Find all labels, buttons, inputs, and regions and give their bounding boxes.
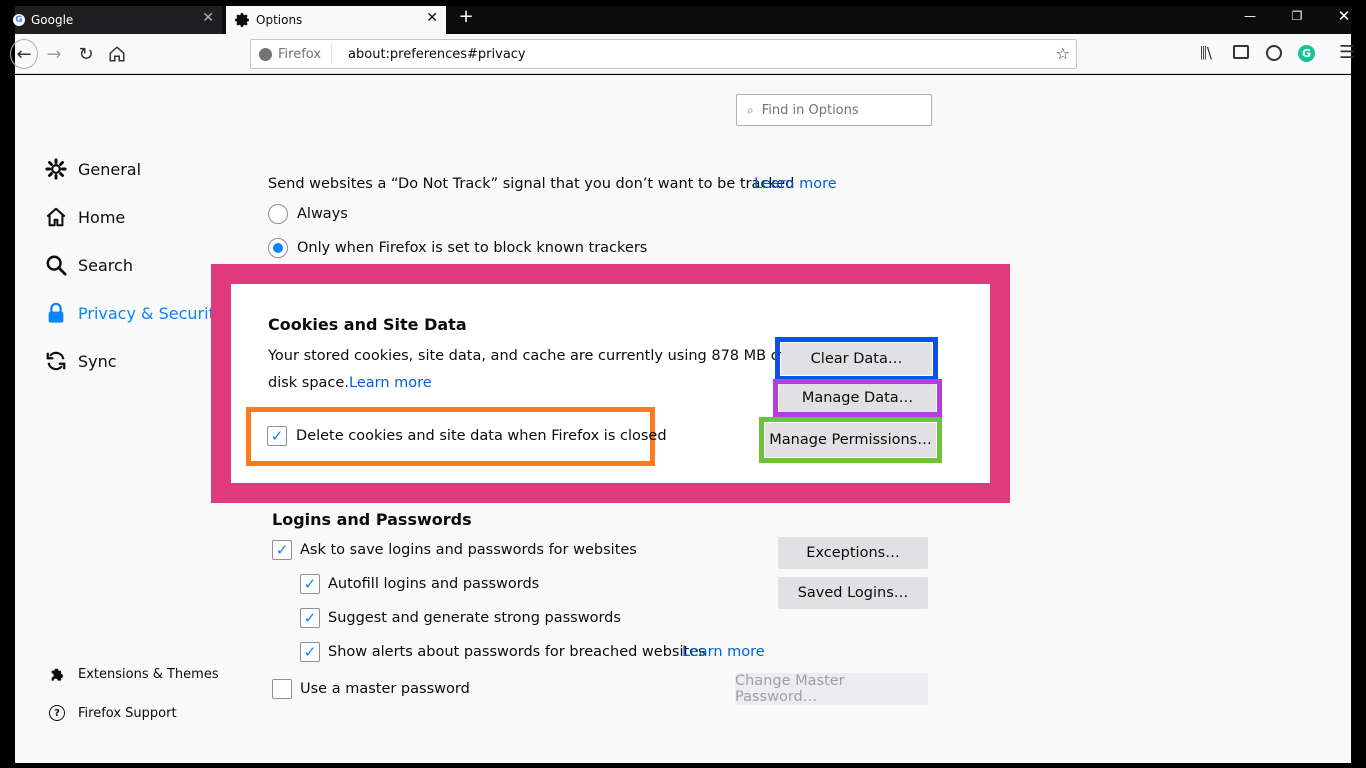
account-icon[interactable] <box>1266 45 1282 61</box>
minimize-button[interactable]: — <box>1232 6 1268 26</box>
google-favicon: G <box>13 14 25 26</box>
library-icon[interactable]: ⫼\ <box>1200 44 1212 62</box>
category-label: Search <box>78 255 133 275</box>
extensions-themes-label: Extensions & Themes <box>78 666 219 682</box>
category-general[interactable]: General <box>44 154 141 184</box>
help-icon: ? <box>48 705 66 721</box>
tab-title: Google <box>31 13 74 27</box>
sync-icon <box>44 349 68 373</box>
cookies-heading: Cookies and Site Data <box>268 315 467 334</box>
suggest-passwords-checkbox[interactable]: ✓ <box>300 608 320 628</box>
change-master-password-button: Change Master Password… <box>735 673 928 705</box>
dnt-always-radio[interactable] <box>268 204 288 224</box>
gear-icon <box>234 12 250 28</box>
dnt-always-label: Always <box>297 206 348 222</box>
breach-learn-more-link[interactable]: Learn more <box>682 644 765 660</box>
clear-data-button[interactable]: Clear Data… <box>781 343 932 375</box>
close-window-button[interactable]: ✕ <box>1326 6 1362 26</box>
home-button[interactable] <box>103 40 131 68</box>
category-sync[interactable]: Sync <box>44 346 117 376</box>
close-tab-icon[interactable]: ✕ <box>202 10 214 26</box>
reload-button[interactable]: ↻ <box>72 40 100 68</box>
url-bar[interactable]: Firefox about:preferences#privacy ☆ <box>250 39 1077 69</box>
tab-title: Options <box>256 13 303 27</box>
gear-icon <box>44 157 68 181</box>
dnt-learn-more-link[interactable]: Learn more <box>754 176 837 192</box>
home-icon <box>109 46 125 62</box>
identity-box[interactable]: Firefox <box>251 44 333 64</box>
category-label: Privacy & Security <box>78 303 225 323</box>
dnt-only-when-blocking-radio[interactable] <box>268 238 288 258</box>
ask-to-save-logins-checkbox[interactable]: ✓ <box>272 540 292 560</box>
manage-permissions-button[interactable]: Manage Permissions… <box>765 423 936 457</box>
category-privacy-security[interactable]: Privacy & Security <box>44 298 224 328</box>
new-tab-button[interactable]: + <box>456 6 476 30</box>
breach-alerts-label: Show alerts about passwords for breached… <box>328 644 706 660</box>
puzzle-icon <box>48 666 66 682</box>
category-label: Sync <box>78 351 117 371</box>
lock-icon <box>44 301 68 325</box>
extensions-themes-link[interactable]: Extensions & Themes <box>48 663 219 685</box>
master-password-checkbox[interactable] <box>272 679 292 699</box>
cookies-learn-more-link[interactable]: Learn more <box>349 375 432 391</box>
category-home[interactable]: Home <box>44 202 125 232</box>
find-in-options[interactable]: ⌕ <box>736 94 932 126</box>
back-button[interactable]: ← <box>10 39 38 69</box>
exceptions-button[interactable]: Exceptions… <box>778 537 928 569</box>
suggest-passwords-label: Suggest and generate strong passwords <box>328 610 621 626</box>
delete-cookies-label: Delete cookies and site data when Firefo… <box>296 428 667 444</box>
find-in-options-input[interactable] <box>759 101 924 119</box>
tab-google[interactable]: G Google ✕ <box>13 6 222 34</box>
firefox-logo-icon <box>259 47 272 61</box>
grammarly-icon[interactable]: G <box>1298 45 1315 62</box>
url-text[interactable]: about:preferences#privacy <box>348 47 526 62</box>
master-password-label: Use a master password <box>300 681 470 697</box>
cookies-usage-text: Your stored cookies, site data, and cach… <box>268 348 785 364</box>
forward-button[interactable]: → <box>40 40 68 68</box>
manage-data-button[interactable]: Manage Data… <box>779 384 936 412</box>
autofill-logins-label: Autofill logins and passwords <box>328 576 540 592</box>
identity-label: Firefox <box>278 46 322 62</box>
tab-options[interactable]: Options ✕ <box>226 6 446 34</box>
saved-logins-button[interactable]: Saved Logins… <box>778 577 928 609</box>
restore-button[interactable]: ❐ <box>1279 6 1315 26</box>
dnt-only-when-blocking-label: Only when Firefox is set to block known … <box>297 240 648 256</box>
bookmark-star-icon[interactable]: ☆ <box>1056 44 1070 63</box>
breach-alerts-checkbox[interactable]: ✓ <box>300 642 320 662</box>
category-label: General <box>78 159 142 179</box>
category-search[interactable]: Search <box>44 250 133 280</box>
firefox-support-label: Firefox Support <box>78 705 177 721</box>
dnt-label: Send websites a “Do Not Track” signal th… <box>268 176 795 192</box>
menu-icon[interactable]: ☰ <box>1339 42 1355 63</box>
close-tab-icon[interactable]: ✕ <box>426 10 438 26</box>
reload-icon: ↻ <box>78 43 94 65</box>
delete-cookies-checkbox[interactable]: ✓ <box>267 426 287 446</box>
arrow-right-icon: → <box>46 43 62 65</box>
sidebar-toggle-icon[interactable] <box>1233 45 1249 59</box>
logins-heading: Logins and Passwords <box>272 510 472 529</box>
arrow-left-icon: ← <box>16 43 32 65</box>
search-icon: ⌕ <box>747 102 754 117</box>
autofill-logins-checkbox[interactable]: ✓ <box>300 574 320 594</box>
cookies-usage-text-2: disk space. <box>268 375 349 391</box>
category-label: Home <box>78 207 126 227</box>
home-icon <box>44 205 68 229</box>
ask-to-save-logins-label: Ask to save logins and passwords for web… <box>300 542 637 558</box>
firefox-support-link[interactable]: ? Firefox Support <box>48 702 177 724</box>
search-icon <box>44 253 68 277</box>
